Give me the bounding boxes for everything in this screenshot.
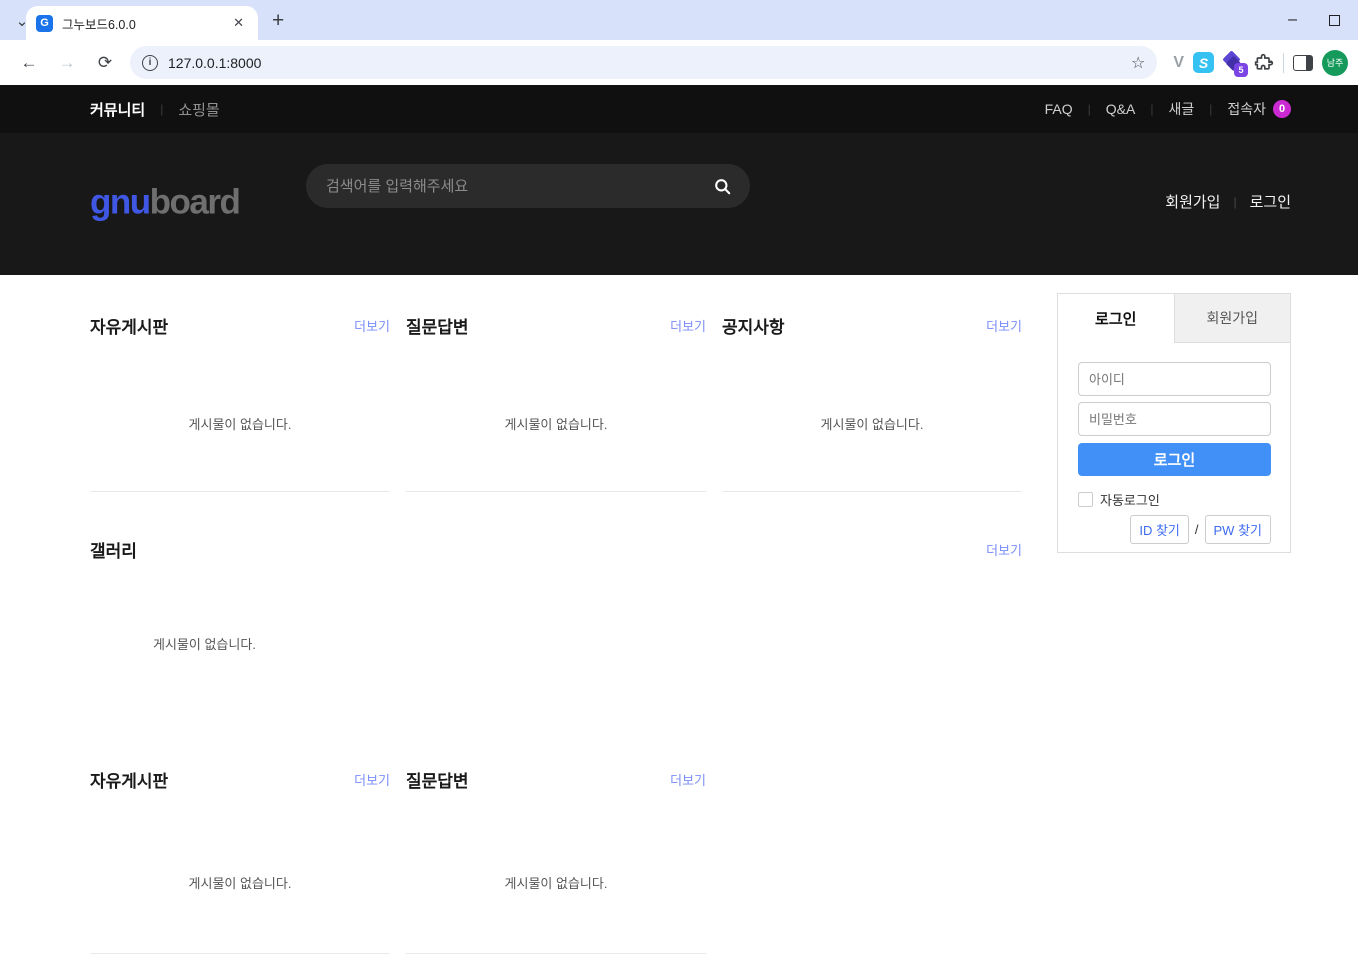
section-title: 질문답변 <box>406 313 469 338</box>
auto-login-row: 자동로그인 <box>1078 490 1271 509</box>
search-input[interactable] <box>326 178 713 195</box>
window-controls: – <box>1288 0 1358 40</box>
new-tab-button[interactable]: + <box>272 10 284 31</box>
extension-area: V S 5 남주 <box>1173 50 1348 76</box>
site-header: gnuboard 회원가입 | 로그인 <box>0 133 1358 275</box>
nav-separator: | <box>1088 102 1091 116</box>
find-account-row: ID 찾기 / PW 찾기 <box>1078 515 1271 544</box>
more-link[interactable]: 더보기 <box>354 770 390 789</box>
more-link[interactable]: 더보기 <box>986 316 1022 335</box>
section-title: 질문답변 <box>406 767 469 792</box>
header-separator: | <box>1233 195 1236 209</box>
login-panel: 로그인 회원가입 로그인 자동로그인 ID 찾기 / PW 찾기 <box>1057 293 1291 553</box>
tab-join[interactable]: 회원가입 <box>1174 294 1291 343</box>
search-button[interactable] <box>713 177 732 196</box>
site-search-bar <box>306 164 750 208</box>
nav-separator: | <box>1209 102 1212 116</box>
chevron-down-icon: ⌄ <box>16 12 29 30</box>
section-title: 갤러리 <box>90 537 137 562</box>
empty-message: 게시물이 없습니다. <box>90 634 1022 653</box>
more-link[interactable]: 더보기 <box>670 316 706 335</box>
login-submit-button[interactable]: 로그인 <box>1078 443 1271 476</box>
minimize-button[interactable]: – <box>1288 11 1297 29</box>
address-bar[interactable]: i 127.0.0.1:8000 ☆ <box>130 46 1157 79</box>
tab-search-button[interactable]: ⌄ <box>10 9 34 33</box>
vue-extension-icon[interactable]: V <box>1173 54 1184 72</box>
extensions-puzzle-icon[interactable] <box>1254 53 1274 73</box>
find-id-button[interactable]: ID 찾기 <box>1130 515 1189 544</box>
nav-community[interactable]: 커뮤니티 <box>90 99 145 120</box>
find-pw-button[interactable]: PW 찾기 <box>1205 515 1271 544</box>
empty-message: 게시물이 없습니다. <box>722 414 1022 433</box>
profile-avatar[interactable]: 남주 <box>1322 50 1348 76</box>
find-slash: / <box>1195 522 1199 537</box>
board-section-free-2: 자유게시판 더보기 게시물이 없습니다. <box>90 769 390 954</box>
tab-close-icon[interactable]: ✕ <box>229 13 248 33</box>
nav-visitors[interactable]: 접속자 <box>1227 99 1266 119</box>
tab-title: 그누보드6.0.0 <box>62 14 229 33</box>
login-id-field[interactable] <box>1078 362 1271 396</box>
browser-toolbar: ← → ⟳ i 127.0.0.1:8000 ☆ V S 5 남주 <box>0 40 1358 85</box>
section-title: 자유게시판 <box>90 767 168 792</box>
nav-separator: | <box>1150 102 1153 116</box>
s-extension-icon[interactable]: S <box>1193 52 1214 73</box>
url-text[interactable]: 127.0.0.1:8000 <box>168 55 1131 71</box>
nav-new-posts[interactable]: 새글 <box>1168 99 1194 119</box>
tab-login[interactable]: 로그인 <box>1058 294 1174 343</box>
more-link[interactable]: 더보기 <box>986 540 1022 559</box>
maximize-button[interactable] <box>1329 15 1340 26</box>
extension-count-badge: 5 <box>1234 63 1248 77</box>
reload-button[interactable]: ⟳ <box>91 53 119 73</box>
visitor-count-badge: 0 <box>1273 100 1291 118</box>
site-info-icon[interactable]: i <box>142 55 158 71</box>
toolbar-divider <box>1283 53 1284 73</box>
board-section-qa: 질문답변 더보기 게시물이 없습니다. <box>406 315 706 492</box>
forward-button[interactable]: → <box>53 53 81 73</box>
favicon-icon: G <box>36 15 53 32</box>
empty-message: 게시물이 없습니다. <box>90 414 390 433</box>
empty-message: 게시물이 없습니다. <box>406 414 706 433</box>
gallery-section: 갤러리 더보기 게시물이 없습니다. <box>90 539 1022 754</box>
login-panel-tabs: 로그인 회원가입 <box>1058 294 1290 343</box>
section-title: 자유게시판 <box>90 313 168 338</box>
nav-left: 커뮤니티 | 쇼핑몰 <box>90 99 1045 120</box>
member-join-link[interactable]: 회원가입 <box>1165 191 1220 212</box>
more-link[interactable]: 더보기 <box>670 770 706 789</box>
empty-message: 게시물이 없습니다. <box>406 873 706 892</box>
header-member-links: 회원가입 | 로그인 <box>1165 191 1291 212</box>
side-panel-icon[interactable] <box>1293 55 1313 71</box>
auto-login-label: 자동로그인 <box>1100 490 1160 509</box>
nav-faq[interactable]: FAQ <box>1045 101 1073 117</box>
browser-tab-bar: ⌄ G 그누보드6.0.0 ✕ + – <box>0 0 1358 40</box>
board-section-free: 자유게시판 더보기 게시물이 없습니다. <box>90 315 390 492</box>
nav-qna[interactable]: Q&A <box>1106 101 1136 117</box>
more-link[interactable]: 더보기 <box>354 316 390 335</box>
bookmark-star-icon[interactable]: ☆ <box>1131 53 1145 73</box>
board-column: 자유게시판 더보기 게시물이 없습니다. 질문답변 더보기 게시물이 없습니다.… <box>90 293 1022 954</box>
browser-tab[interactable]: G 그누보드6.0.0 ✕ <box>26 6 258 40</box>
nav-shop[interactable]: 쇼핑몰 <box>178 99 219 120</box>
login-link[interactable]: 로그인 <box>1250 191 1291 212</box>
auto-login-checkbox[interactable] <box>1078 492 1093 507</box>
logo-board: board <box>150 182 240 221</box>
back-button[interactable]: ← <box>15 53 43 73</box>
main-content: 자유게시판 더보기 게시물이 없습니다. 질문답변 더보기 게시물이 없습니다.… <box>0 275 1358 954</box>
stacked-extension-icon[interactable]: 5 <box>1223 52 1245 74</box>
nav-right: FAQ | Q&A | 새글 | 접속자 0 <box>1045 99 1291 119</box>
board-row2-spacer <box>722 769 1022 954</box>
login-password-field[interactable] <box>1078 402 1271 436</box>
board-section-qa-2: 질문답변 더보기 게시물이 없습니다. <box>406 769 706 954</box>
site-top-nav: 커뮤니티 | 쇼핑몰 FAQ | Q&A | 새글 | 접속자 0 <box>0 85 1358 133</box>
board-section-notice: 공지사항 더보기 게시물이 없습니다. <box>722 315 1022 492</box>
search-icon <box>713 177 732 196</box>
board-row-2: 자유게시판 더보기 게시물이 없습니다. 질문답변 더보기 게시물이 없습니다. <box>90 769 1022 954</box>
board-row-1: 자유게시판 더보기 게시물이 없습니다. 질문답변 더보기 게시물이 없습니다.… <box>90 315 1022 492</box>
logo-gnu: gnu <box>90 182 150 221</box>
section-title: 공지사항 <box>722 313 785 338</box>
empty-message: 게시물이 없습니다. <box>90 873 390 892</box>
site-logo[interactable]: gnuboard <box>90 182 239 222</box>
nav-separator: | <box>160 102 163 116</box>
